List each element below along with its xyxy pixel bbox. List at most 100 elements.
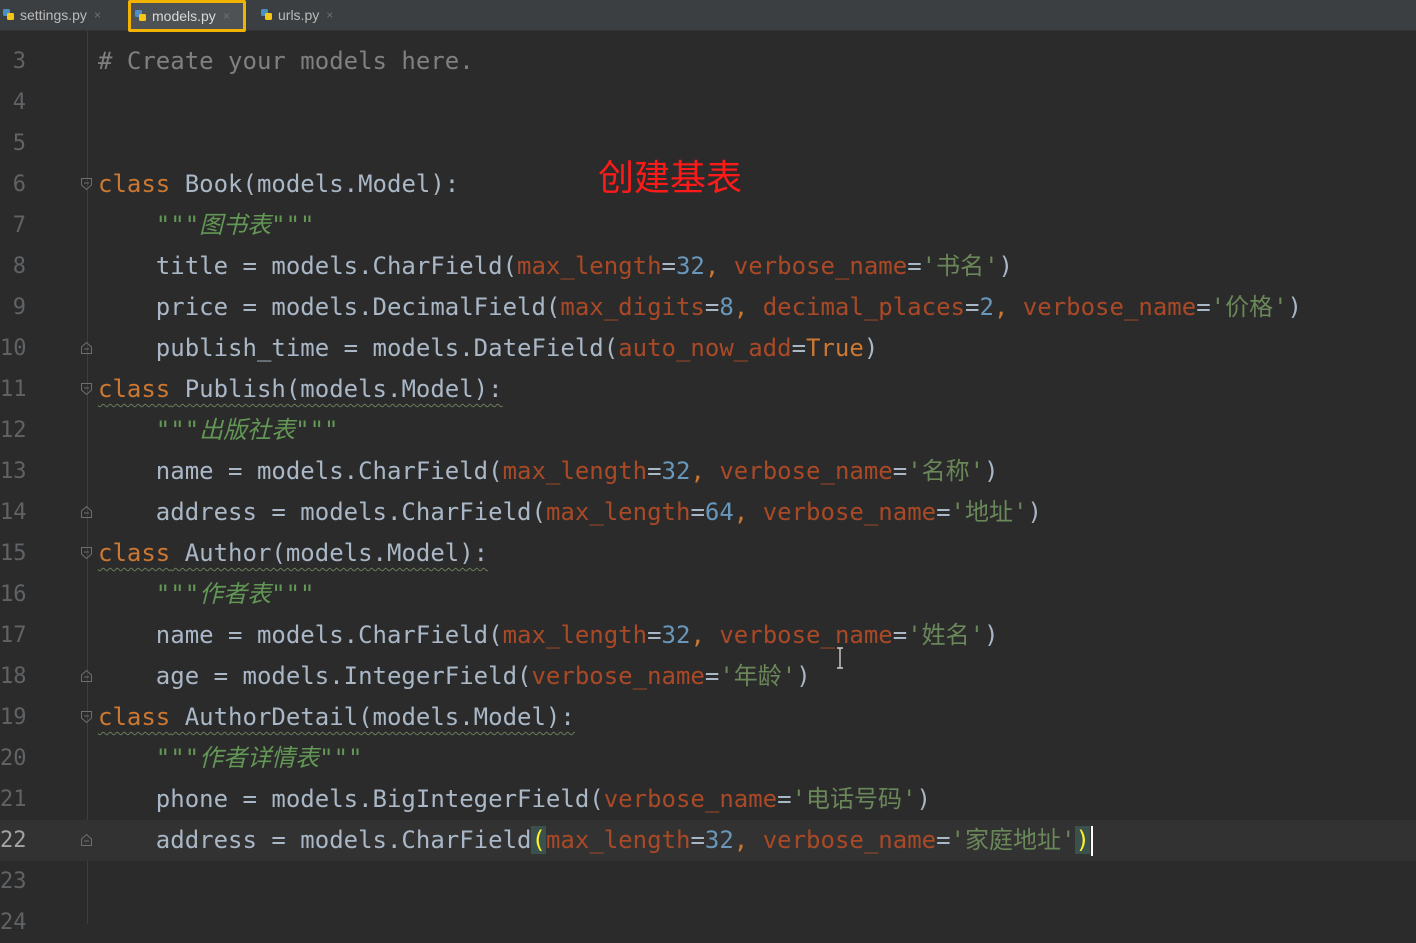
code-token: ): [796, 662, 811, 690]
close-icon[interactable]: ×: [223, 9, 230, 23]
code-line[interactable]: 7 """图书表""": [0, 205, 1416, 246]
code-text[interactable]: price = models.DecimalField(max_digits=8…: [98, 287, 1302, 328]
code-text[interactable]: class Author(models.Model):: [98, 533, 488, 574]
code-token: verbose_name: [762, 826, 937, 854]
code-text[interactable]: name = models.CharField(max_length=32, v…: [98, 451, 999, 492]
code-token: ,: [733, 826, 763, 854]
code-token: ): [1075, 826, 1090, 854]
code-text[interactable]: class Book(models.Model):: [98, 164, 459, 205]
editor-tab-bar: settings.py × models.py × urls.py ×: [0, 0, 1416, 32]
fold-end-icon[interactable]: [80, 505, 93, 519]
code-token: title = models.CharField(: [98, 252, 518, 280]
line-number: 3: [12, 49, 26, 74]
fold-collapse-icon[interactable]: [80, 710, 93, 724]
code-token: verbose_name: [762, 498, 937, 526]
code-token: AuthorDetail(models.Model):: [170, 703, 575, 731]
code-text[interactable]: class AuthorDetail(models.Model):: [98, 697, 575, 738]
code-token: auto_now_add: [618, 334, 792, 362]
line-number: 21: [0, 787, 27, 812]
code-line[interactable]: 11 class Publish(models.Model):: [0, 369, 1416, 410]
line-number: 13: [0, 459, 27, 484]
code-token: ,: [993, 293, 1023, 321]
code-token: ,: [690, 457, 720, 485]
code-token: =: [704, 662, 720, 690]
code-line[interactable]: 13 name = models.CharField(max_length=32…: [0, 451, 1416, 492]
code-token: =: [690, 498, 705, 526]
code-line[interactable]: 23: [0, 861, 1416, 902]
code-text[interactable]: address = models.CharField(max_length=32…: [98, 820, 1093, 861]
code-token: ,: [733, 498, 763, 526]
line-number: 4: [12, 90, 26, 115]
code-line[interactable]: 9 price = models.DecimalField(max_digits…: [0, 287, 1416, 328]
code-text[interactable]: """作者表""": [98, 574, 315, 615]
fold-collapse-icon[interactable]: [80, 546, 93, 560]
code-token: ): [984, 621, 999, 649]
code-text[interactable]: age = models.IntegerField(verbose_name='…: [98, 656, 811, 697]
line-number: 17: [0, 623, 27, 648]
code-line[interactable]: 10 publish_time = models.DateField(auto_…: [0, 328, 1416, 369]
code-text[interactable]: name = models.CharField(max_length=32, v…: [98, 615, 999, 656]
code-text[interactable]: """出版社表""": [98, 410, 339, 451]
code-token: age = models.IntegerField(: [98, 662, 532, 690]
code-line[interactable]: 24: [0, 902, 1416, 943]
fold-end-icon[interactable]: [80, 669, 93, 683]
code-token: publish_time = models.DateField(: [98, 334, 619, 362]
code-token: max_digits: [560, 293, 705, 321]
fold-collapse-icon[interactable]: [80, 177, 93, 191]
code-token: """图书表""": [98, 211, 315, 239]
code-token: =: [907, 252, 922, 280]
code-text[interactable]: """作者详情表""": [98, 738, 363, 779]
fold-end-icon[interactable]: [80, 833, 93, 847]
line-number: 12: [0, 418, 27, 443]
code-token: Author(models.Model):: [170, 539, 489, 567]
code-token: '价格': [1210, 293, 1288, 321]
code-line[interactable]: 15 class Author(models.Model):: [0, 533, 1416, 574]
fold-collapse-icon[interactable]: [80, 382, 93, 396]
code-token: =: [936, 498, 951, 526]
code-token: verbose_name: [1022, 293, 1197, 321]
code-line[interactable]: 22 address = models.CharField(max_length…: [0, 820, 1416, 861]
code-line[interactable]: 4: [0, 82, 1416, 123]
code-line[interactable]: 21 phone = models.BigIntegerField(verbos…: [0, 779, 1416, 820]
code-line[interactable]: 14 address = models.CharField(max_length…: [0, 492, 1416, 533]
code-line[interactable]: 19 class AuthorDetail(models.Model):: [0, 697, 1416, 738]
close-icon[interactable]: ×: [326, 8, 333, 22]
code-token: name = models.CharField(: [98, 621, 503, 649]
code-text[interactable]: title = models.CharField(max_length=32, …: [98, 246, 1013, 287]
tab-urls-py[interactable]: urls.py ×: [260, 0, 350, 30]
code-token: verbose_name: [733, 252, 908, 280]
code-line[interactable]: 3 # Create your models here.: [0, 41, 1416, 82]
python-file-icon: [3, 9, 14, 20]
code-text[interactable]: """图书表""": [98, 205, 315, 246]
code-line[interactable]: 8 title = models.CharField(max_length=32…: [0, 246, 1416, 287]
code-token: '地址': [950, 498, 1028, 526]
code-token: """作者表""": [98, 580, 315, 608]
code-line[interactable]: 20 """作者详情表""": [0, 738, 1416, 779]
tab-models-py[interactable]: models.py ×: [128, 0, 246, 32]
close-icon[interactable]: ×: [94, 8, 101, 22]
code-token: price = models.DecimalField(: [98, 293, 561, 321]
code-token: ): [1027, 498, 1042, 526]
code-token: '电话号码': [791, 785, 917, 813]
code-token: True: [806, 334, 864, 362]
code-token: # Create your models here.: [98, 47, 474, 75]
code-token: max_length: [502, 457, 648, 485]
line-number: 16: [0, 582, 27, 607]
line-number: 15: [0, 541, 27, 566]
code-text[interactable]: phone = models.BigIntegerField(verbose_n…: [98, 779, 931, 820]
code-line[interactable]: 16 """作者表""": [0, 574, 1416, 615]
code-line[interactable]: 18 age = models.IntegerField(verbose_nam…: [0, 656, 1416, 697]
code-line[interactable]: 17 name = models.CharField(max_length=32…: [0, 615, 1416, 656]
code-text[interactable]: address = models.CharField(max_length=64…: [98, 492, 1042, 533]
tab-settings-py[interactable]: settings.py ×: [2, 0, 124, 30]
code-line[interactable]: 12 """出版社表""": [0, 410, 1416, 451]
code-token: """出版社表""": [98, 416, 339, 444]
code-text[interactable]: # Create your models here.: [98, 41, 474, 82]
code-token: 64: [704, 498, 734, 526]
code-text[interactable]: class Publish(models.Model):: [98, 369, 503, 410]
code-token: '年龄': [719, 662, 797, 690]
line-number: 14: [0, 500, 27, 525]
code-text[interactable]: publish_time = models.DateField(auto_now…: [98, 328, 878, 369]
fold-end-icon[interactable]: [80, 341, 93, 355]
code-token: verbose_name: [719, 621, 893, 649]
